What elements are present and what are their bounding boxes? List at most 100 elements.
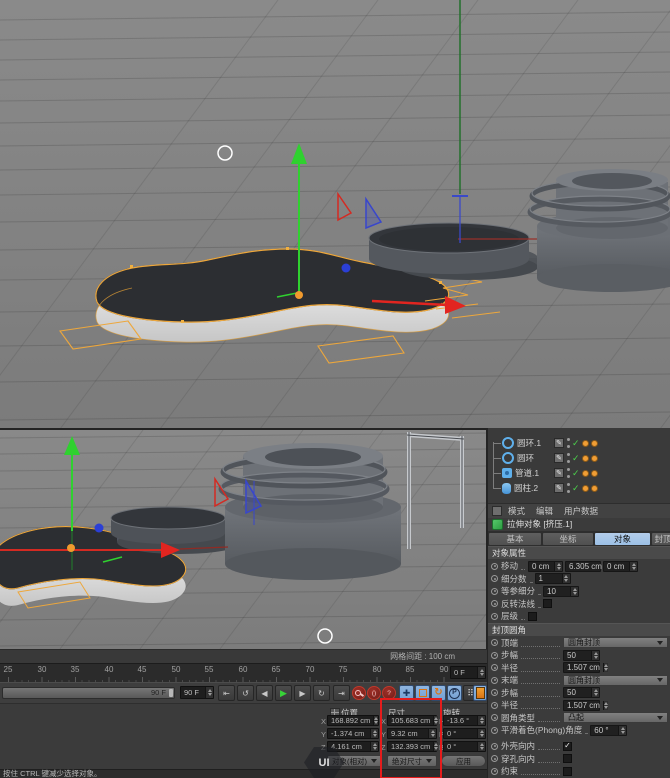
key-rotation-toggle[interactable]: ↻	[431, 685, 446, 701]
edit-enable-icon[interactable]: ✎	[554, 483, 564, 493]
tab-object[interactable]: 对象	[595, 533, 650, 545]
position-x-field[interactable]: 168.892 cm	[327, 715, 379, 726]
fillet-type-dropdown[interactable]: 凸起	[563, 712, 668, 723]
tag-dot-icon[interactable]	[582, 440, 589, 447]
keyframe-circle-icon[interactable]	[491, 743, 498, 750]
apply-button[interactable]: 应用	[441, 755, 486, 767]
rotation-b-field[interactable]: 0 °	[443, 741, 486, 752]
visibility-dots-icon[interactable]	[566, 483, 570, 493]
tag-dot-icon[interactable]	[591, 485, 598, 492]
tag-dot-icon[interactable]	[591, 440, 598, 447]
stepper[interactable]	[370, 742, 378, 751]
rotation-p-field[interactable]: 0 °	[443, 728, 486, 739]
keyframe-circle-icon[interactable]	[491, 714, 498, 721]
keyframe-selection-button[interactable]: ?	[382, 686, 396, 700]
autokey-button[interactable]: ()	[367, 686, 381, 700]
keyframe-circle-icon[interactable]	[491, 727, 498, 734]
enabled-check-icon[interactable]: ✓	[572, 453, 580, 463]
stepper[interactable]	[570, 587, 578, 596]
subdivision-field[interactable]: 1	[535, 573, 571, 584]
keyframe-circle-icon[interactable]	[491, 755, 498, 762]
range-slider-handle[interactable]	[169, 689, 173, 697]
hierarchy-checkbox[interactable]	[528, 612, 537, 621]
object-item-torus-1[interactable]: 圆环.1 ✎ ✓	[488, 436, 670, 450]
hull-inward-checkbox[interactable]	[563, 742, 572, 751]
loop-mode-button[interactable]: ↻	[313, 685, 330, 701]
menu-mode[interactable]: 模式	[508, 505, 525, 517]
keyframe-circle-icon[interactable]	[491, 768, 498, 775]
current-frame-field[interactable]: 0 F	[450, 666, 486, 679]
stepper[interactable]	[562, 574, 570, 583]
keyframe-circle-icon[interactable]	[491, 600, 498, 607]
key-position-toggle[interactable]: ✚	[399, 685, 414, 701]
size-y-field[interactable]: 9.32 cm	[387, 728, 437, 739]
tab-basic[interactable]: 基本	[489, 533, 541, 545]
section-object-properties[interactable]: 对象属性	[488, 546, 670, 559]
play-button[interactable]: ▶	[275, 685, 292, 701]
hole-inward-checkbox[interactable]	[563, 754, 572, 763]
stepper[interactable]	[554, 562, 562, 571]
edit-enable-icon[interactable]: ✎	[554, 468, 564, 478]
frame-forward-button[interactable]: ▶	[294, 685, 311, 701]
size-z-field[interactable]: 132.393 cm	[387, 741, 437, 752]
stepper[interactable]	[603, 701, 608, 710]
steps-end-field[interactable]: 50	[563, 687, 600, 698]
tab-caps[interactable]: 封顶	[652, 533, 670, 545]
enabled-check-icon[interactable]: ✓	[572, 438, 580, 448]
stepper[interactable]	[477, 742, 485, 751]
end-frame-stepper[interactable]	[205, 687, 213, 698]
keyframe-circle-icon[interactable]	[491, 563, 498, 570]
iso-field[interactable]: 10	[543, 586, 579, 597]
menu-edit[interactable]: 编辑	[536, 505, 553, 517]
size-x-field[interactable]: 105.683 cm	[387, 715, 437, 726]
goto-end-button[interactable]: ⇥	[333, 685, 350, 701]
timeline-ruler[interactable]: 25 30 35 40 45 50 55 60 65 70 75 80 85 9…	[0, 663, 487, 683]
edit-enable-icon[interactable]: ✎	[554, 453, 564, 463]
keyframe-circle-icon[interactable]	[491, 702, 498, 709]
key-parameter-toggle[interactable]: P	[447, 685, 462, 701]
visibility-dots-icon[interactable]	[566, 468, 570, 478]
radius-top-field[interactable]: 1.507 cm	[563, 662, 600, 673]
stepper[interactable]	[373, 716, 378, 725]
visibility-dots-icon[interactable]	[566, 438, 570, 448]
radius-end-field[interactable]: 1.507 cm	[563, 700, 600, 711]
viewport-perspective-bottom[interactable]	[0, 430, 487, 649]
stepper[interactable]	[433, 716, 438, 725]
keyframe-circle-icon[interactable]	[491, 664, 498, 671]
rotation-h-field[interactable]: -13.6 °	[443, 715, 486, 726]
record-keyframe-button[interactable]	[352, 686, 366, 700]
visibility-dots-icon[interactable]	[566, 453, 570, 463]
object-item-torus[interactable]: 圆环 ✎ ✓	[488, 451, 670, 465]
keyframe-circle-icon[interactable]	[491, 677, 498, 684]
tab-coordinates[interactable]: 坐标	[543, 533, 593, 545]
move-y-field[interactable]: 6.305 cm	[565, 561, 601, 572]
preview-range-slider[interactable]: 90 F	[2, 687, 175, 699]
keyframe-circle-icon[interactable]	[491, 588, 498, 595]
keyframe-circle-icon[interactable]	[491, 652, 498, 659]
move-z-field[interactable]: 0 cm	[603, 561, 638, 572]
stepper[interactable]	[477, 716, 485, 725]
play-reverse-button[interactable]: ↺	[237, 685, 254, 701]
tag-dot-icon[interactable]	[582, 470, 589, 477]
frame-back-button[interactable]: ◀	[256, 685, 273, 701]
tag-dot-icon[interactable]	[582, 485, 589, 492]
keyframe-circle-icon[interactable]	[491, 639, 498, 646]
menu-user-data[interactable]: 用户数据	[564, 505, 598, 517]
enabled-check-icon[interactable]: ✓	[572, 468, 580, 478]
stepper[interactable]	[618, 726, 626, 735]
mode-grid-icon[interactable]	[492, 506, 502, 516]
size-mode-dropdown[interactable]: 绝对尺寸	[387, 755, 437, 767]
stepper[interactable]	[591, 688, 599, 697]
keyframe-circle-icon[interactable]	[491, 689, 498, 696]
edit-enable-icon[interactable]: ✎	[554, 438, 564, 448]
end-frame-field[interactable]: 90 F	[180, 686, 214, 699]
key-scale-toggle[interactable]	[415, 685, 430, 701]
keyframe-circle-icon[interactable]	[491, 613, 498, 620]
stepper[interactable]	[591, 651, 599, 660]
tag-dot-icon[interactable]	[591, 455, 598, 462]
goto-start-button[interactable]: ⇤	[218, 685, 235, 701]
move-x-field[interactable]: 0 cm	[528, 561, 563, 572]
object-item-tube[interactable]: 管道.1 ✎ ✓	[488, 466, 670, 480]
stepper[interactable]	[428, 729, 436, 738]
enabled-check-icon[interactable]: ✓	[572, 483, 580, 493]
